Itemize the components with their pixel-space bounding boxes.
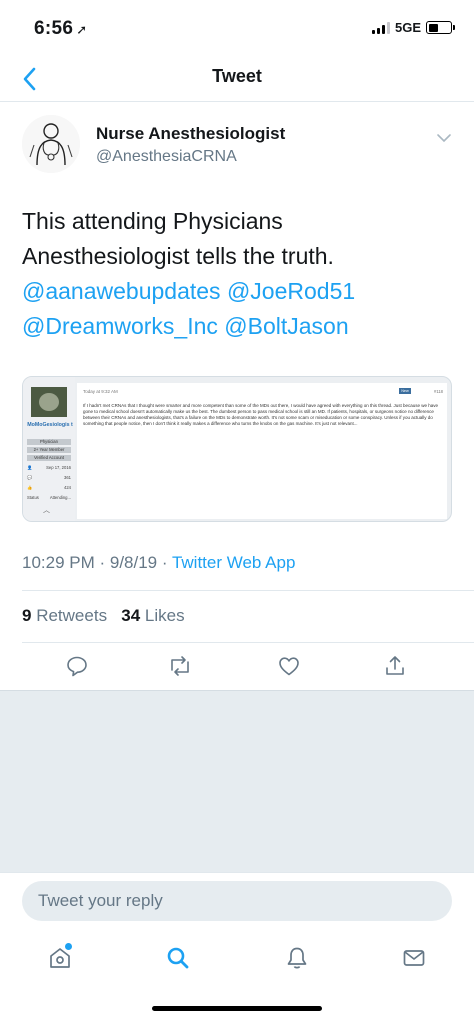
author-name[interactable]: Nurse Anesthesiologist xyxy=(96,124,285,144)
signal-icon xyxy=(371,21,390,34)
person-icon: 👤 xyxy=(27,465,33,470)
tweet-mentions[interactable]: @aanawebupdates @JoeRod51 xyxy=(22,274,452,309)
share-button[interactable] xyxy=(375,650,415,682)
tab-notifications[interactable] xyxy=(279,940,315,976)
source-app-link[interactable]: Twitter Web App xyxy=(172,553,295,572)
author-handle[interactable]: @AnesthesiaCRNA xyxy=(96,148,237,166)
timestamp-text: 10:29 PM · 9/8/19 · xyxy=(22,553,172,572)
notification-dot xyxy=(65,943,72,950)
retweet-icon xyxy=(171,656,189,676)
like-label[interactable]: Likes xyxy=(145,606,185,625)
tweet-text: This attending Physicians Anesthesiologi… xyxy=(22,204,452,344)
chevron-down-icon xyxy=(437,134,451,143)
retweet-button[interactable] xyxy=(160,650,200,682)
mail-icon xyxy=(403,950,425,966)
forum-post-body: If I hadn't met CRNAs that I thought wer… xyxy=(83,403,439,426)
nav-bar: Tweet xyxy=(0,56,474,102)
tweet-text-line: This attending Physicians xyxy=(22,208,283,234)
home-indicator xyxy=(152,1006,322,1011)
reply-button[interactable] xyxy=(57,650,97,682)
forum-username: MoMoGesiologis t xyxy=(27,422,73,428)
reply-icon xyxy=(67,656,87,677)
avatar-sketch-icon xyxy=(22,115,80,173)
forum-post: Today at 9:32 AM New #118 If I hadn't me… xyxy=(77,383,447,519)
tweet-text-line: Anesthesiologist tells the truth. xyxy=(22,243,334,269)
divider xyxy=(22,642,474,643)
tweet-timestamp: 10:29 PM · 9/8/19 · Twitter Web App xyxy=(22,553,295,573)
forum-avatar xyxy=(31,387,67,417)
messages-icon: 💬 xyxy=(27,475,33,480)
tab-messages[interactable] xyxy=(396,940,432,976)
tweet-options-button[interactable] xyxy=(436,130,452,146)
status-time: 6:56 ➚ xyxy=(34,18,87,40)
forum-badge: Physician xyxy=(27,439,71,445)
location-arrow-icon: ➚ xyxy=(76,22,88,37)
battery-icon xyxy=(426,21,455,34)
reply-bar xyxy=(0,872,474,928)
tweet-stats: 9 Retweets 34 Likes xyxy=(22,606,185,626)
forum-badge: Verified Account xyxy=(27,455,71,461)
tweet-media-image[interactable]: MoMoGesiologis t Physician 2+ Year Membe… xyxy=(22,376,452,522)
clock-text: 6:56 xyxy=(34,18,74,39)
forum-user-sidebar: MoMoGesiologis t Physician 2+ Year Membe… xyxy=(23,377,75,521)
status-indicators: 5GE xyxy=(371,20,455,35)
forum-badge: 2+ Year Member xyxy=(27,447,71,453)
replies-area xyxy=(0,690,474,872)
retweet-label[interactable]: Retweets xyxy=(36,606,107,625)
share-icon xyxy=(386,656,404,675)
tab-home[interactable] xyxy=(42,940,78,976)
forum-post-time: Today at 9:32 AM xyxy=(83,389,118,394)
divider xyxy=(22,590,474,591)
tab-bar xyxy=(0,934,474,984)
thumb-icon: 👍 xyxy=(27,485,33,490)
search-icon xyxy=(167,947,189,969)
chevron-up-icon: ︿ xyxy=(43,507,50,514)
tab-search[interactable] xyxy=(160,940,196,976)
forum-new-badge: New xyxy=(399,388,411,394)
status-bar: 6:56 ➚ 5GE xyxy=(0,0,474,56)
tweet-mentions[interactable]: @Dreamworks_Inc @BoltJason xyxy=(22,309,452,344)
like-button[interactable] xyxy=(269,650,309,682)
retweet-count[interactable]: 9 xyxy=(22,606,31,625)
network-label: 5GE xyxy=(394,20,421,35)
bell-icon xyxy=(287,947,307,969)
reply-input[interactable] xyxy=(22,881,452,921)
like-count[interactable]: 34 xyxy=(121,606,140,625)
page-title: Tweet xyxy=(212,66,262,86)
heart-icon xyxy=(279,657,299,676)
forum-post-number: #118 xyxy=(433,389,443,394)
avatar[interactable] xyxy=(22,115,80,173)
tweet-actions xyxy=(0,650,474,690)
